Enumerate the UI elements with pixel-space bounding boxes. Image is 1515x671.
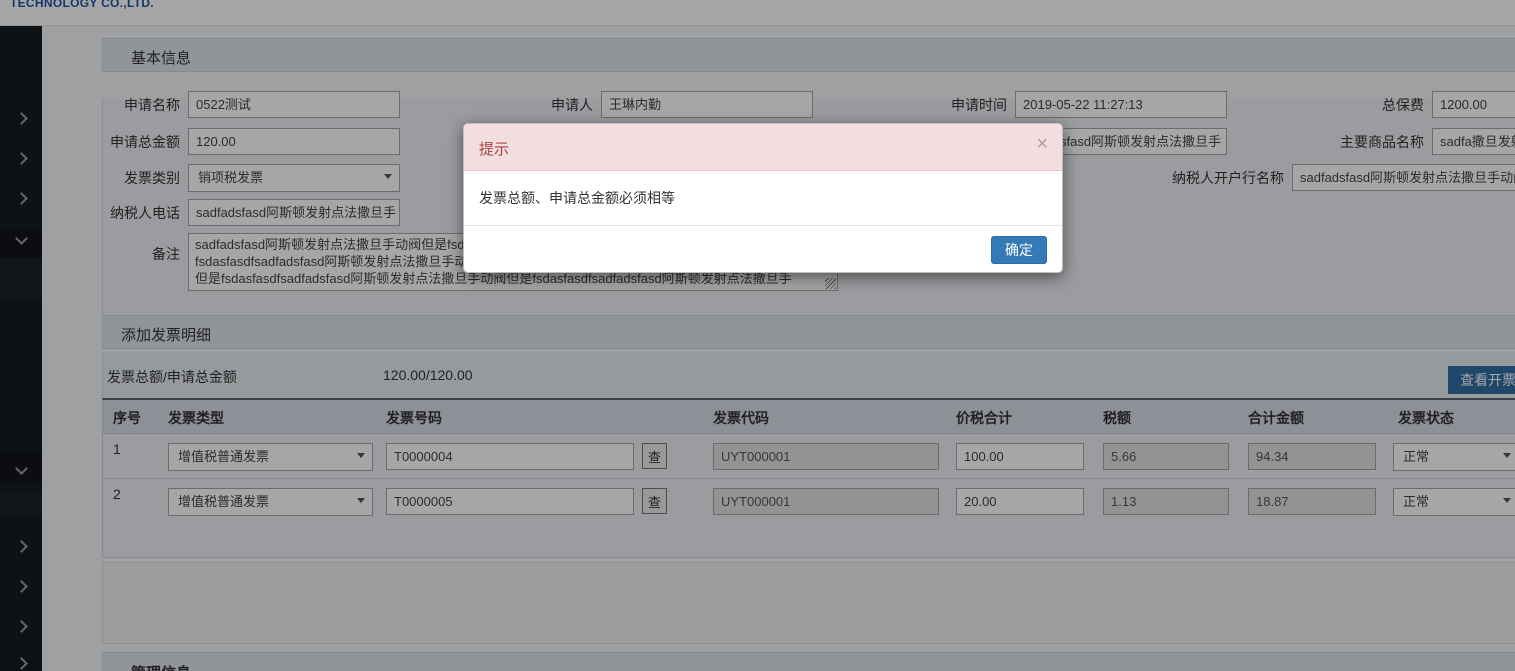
alert-modal: 提示 × 发票总额、申请总金额必须相等 确定 xyxy=(463,123,1063,273)
ok-button[interactable]: 确定 xyxy=(991,236,1047,264)
modal-backdrop xyxy=(0,0,1515,671)
modal-header: 提示 × xyxy=(464,124,1062,171)
close-icon[interactable]: × xyxy=(1036,134,1048,154)
modal-message: 发票总额、申请总金额必须相等 xyxy=(479,190,675,206)
modal-body: 发票总额、申请总金额必须相等 xyxy=(464,171,1062,225)
app-page: TECHNOLOGY CO.,LTD. 基本信息 申请名称 0522测试 申请人… xyxy=(0,0,1515,671)
modal-title: 提示 xyxy=(479,141,510,158)
modal-footer: 确定 xyxy=(464,225,1062,272)
